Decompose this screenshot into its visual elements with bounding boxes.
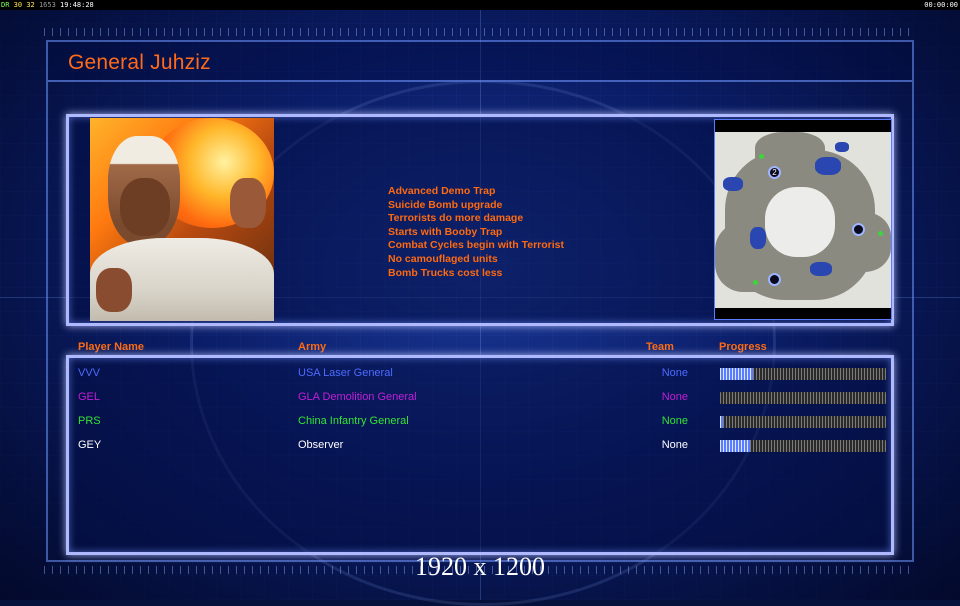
minimap-start-marker (768, 273, 781, 286)
player-name: GEY (78, 439, 102, 451)
portrait-hand (230, 178, 266, 228)
player-army: USA Laser General (298, 367, 393, 379)
header-player-name: Player Name (78, 341, 145, 353)
minimap-terrain: 2 (715, 132, 891, 308)
player-progress-bar (720, 440, 886, 452)
player-team: None (661, 391, 688, 403)
trait-item: No camouflaged units (388, 252, 498, 265)
player-progress-bar (720, 416, 886, 428)
trait-item: Starts with Booby Trap (388, 225, 503, 238)
player-name: PRS (78, 415, 101, 427)
player-progress-bar (720, 368, 886, 380)
header-team: Team (646, 341, 674, 353)
trait-item: Suicide Bomb upgrade (388, 198, 503, 211)
hud-top-bar: DR 30 32 1653 19:48:28 00:00:00 (0, 0, 960, 10)
player-progress-fill (720, 416, 724, 428)
trait-item: Combat Cycles begin with Terrorist (388, 239, 565, 252)
trait-item: Advanced Demo Trap (388, 185, 496, 197)
player-army: China Infantry General (298, 415, 409, 427)
minimap-unit (759, 154, 764, 159)
player-progress-fill (720, 440, 750, 452)
ruler-top (44, 28, 916, 36)
player-row: PRS China Infantry General None (0, 411, 960, 431)
resolution-caption: 1920 x 1200 (415, 552, 545, 581)
player-row: VVV USA Laser General None (0, 363, 960, 383)
player-team: None (661, 439, 688, 451)
hud-stats: DR 30 32 1653 19:48:28 (1, 0, 94, 10)
hud-fps-label: DR (1, 1, 10, 9)
general-traits-list: Advanced Demo Trap Suicide Bomb upgrade … (388, 185, 564, 280)
minimap-unit (753, 280, 758, 285)
trait-item: Bomb Trucks cost less (388, 266, 503, 279)
hud-fps-b: 32 (26, 1, 35, 9)
hud-fps-c: 1653 (38, 1, 56, 9)
hud-clock-left: 19:48:28 (60, 1, 94, 9)
minimap: 2 (714, 119, 892, 320)
player-team: None (661, 367, 688, 379)
player-name: VVV (78, 367, 101, 379)
player-name: GEL (78, 391, 101, 403)
player-team: None (661, 415, 688, 427)
players-panel (66, 355, 894, 555)
player-progress-bar (720, 392, 886, 404)
general-portrait (90, 118, 274, 321)
hud-fps-a: 30 (13, 1, 23, 9)
player-army: Observer (298, 439, 344, 451)
portrait-face (120, 178, 170, 236)
portrait-hand-lower (96, 268, 132, 312)
player-row: GEL GLA Demolition General None (0, 387, 960, 407)
minimap-unit (878, 231, 883, 236)
player-progress-fill (720, 368, 754, 380)
header-army: Army (298, 341, 327, 353)
general-title: General Juhziz (68, 51, 211, 74)
trait-item: Terrorists do more damage (388, 212, 524, 225)
minimap-start-marker: 2 (768, 166, 781, 179)
minimap-start-marker (852, 223, 865, 236)
player-row: GEY Observer None (0, 435, 960, 455)
player-army: GLA Demolition General (298, 391, 417, 403)
header-progress: Progress (719, 341, 767, 353)
hud-clock-right: 00:00:00 (924, 1, 958, 9)
